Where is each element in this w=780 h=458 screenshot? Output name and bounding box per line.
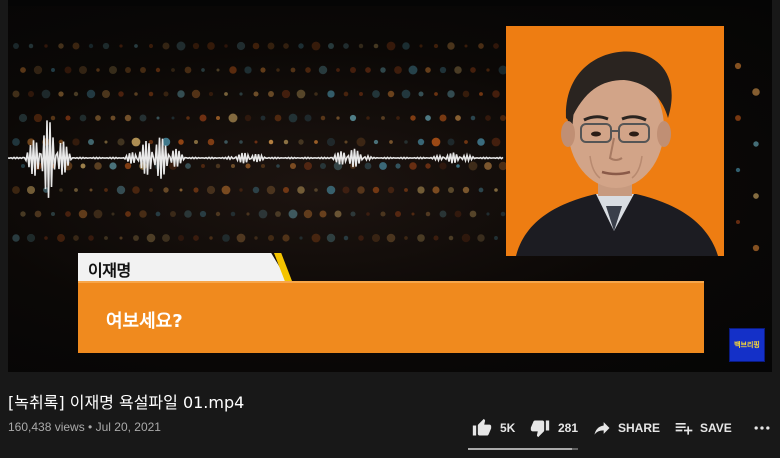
dislike-count: 281 xyxy=(558,421,579,435)
video-frame: 이재명 여보세요? 백브리핑 xyxy=(8,6,772,372)
meta-separator: • xyxy=(84,420,96,434)
share-label: SHARE xyxy=(618,421,661,435)
save-label: SAVE xyxy=(700,421,732,435)
speaker-portrait xyxy=(506,26,724,256)
subtitle-bar: 여보세요? xyxy=(78,281,704,353)
more-actions-button[interactable] xyxy=(746,412,778,444)
save-button[interactable]: SAVE xyxy=(674,412,746,444)
thumbs-down-icon xyxy=(530,418,550,438)
playlist-add-icon xyxy=(674,418,694,438)
action-bar: 5K 281 SHARE SAVE xyxy=(468,412,778,444)
like-button[interactable]: 5K xyxy=(468,412,526,444)
like-dislike-bar-fill xyxy=(468,448,573,450)
channel-logo-text: 백브리핑 xyxy=(734,341,760,349)
video-meta: 160,438 views • Jul 20, 2021 xyxy=(8,420,161,434)
more-horizontal-icon xyxy=(752,418,772,438)
speaker-name: 이재명 xyxy=(88,261,131,280)
share-arrow-icon xyxy=(592,418,612,438)
video-title: [녹취록] 이재명 욕설파일 01.mp4 xyxy=(8,393,245,412)
view-count: 160,438 views xyxy=(8,420,85,434)
share-button[interactable]: SHARE xyxy=(592,412,670,444)
upload-date: Jul 20, 2021 xyxy=(95,420,161,434)
channel-logo: 백브리핑 xyxy=(729,328,765,362)
dislike-button[interactable]: 281 xyxy=(528,412,592,444)
thumbs-up-icon xyxy=(472,418,492,438)
like-count: 5K xyxy=(500,421,516,435)
video-player[interactable]: 이재명 여보세요? 백브리핑 xyxy=(8,0,772,372)
subtitle-text: 여보세요? xyxy=(106,311,183,332)
